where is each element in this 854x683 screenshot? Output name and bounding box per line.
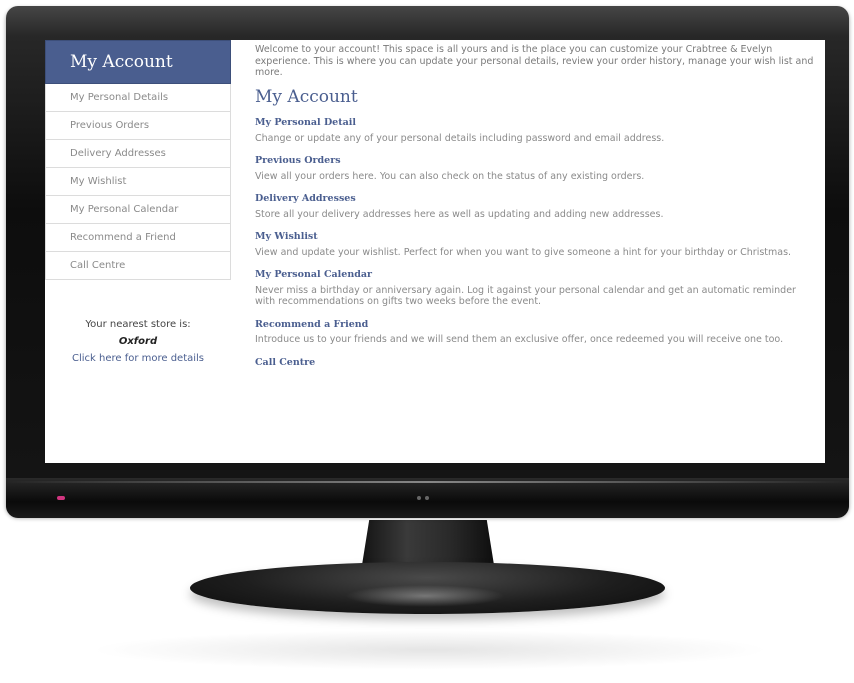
nearest-store-box: Your nearest store is: Oxford Click here… — [45, 316, 231, 367]
monitor-chin-highlight — [6, 481, 849, 483]
sidebar-item-recommend-friend[interactable]: Recommend a Friend — [45, 224, 231, 252]
sensor-dots-icon — [417, 496, 439, 500]
monitor-bezel-gloss — [6, 6, 849, 36]
sidebar-item-personal-details[interactable]: My Personal Details — [45, 84, 231, 112]
nearest-store-name: Oxford — [118, 336, 158, 347]
section-desc: Never miss a birthday or anniversary aga… — [255, 284, 796, 308]
monitor-screen: My Account My Personal Details Previous … — [45, 40, 825, 463]
section-call-centre: Call Centre — [255, 357, 815, 369]
section-desc: View all your orders here. You can also … — [255, 170, 645, 182]
sidebar-item-call-centre[interactable]: Call Centre — [45, 252, 231, 280]
nearest-store-label: Your nearest store is: — [85, 319, 191, 330]
store-details-link[interactable]: Click here for more details — [45, 350, 231, 367]
section-link-personal-calendar[interactable]: My Personal Calendar — [255, 269, 815, 281]
section-personal-calendar: My Personal Calendar Never miss a birthd… — [255, 269, 815, 308]
page-title: My Account — [255, 86, 358, 107]
section-wishlist: My Wishlist View and update your wishlis… — [255, 231, 815, 258]
section-desc: Store all your delivery addresses here a… — [255, 208, 664, 220]
section-link-personal-detail[interactable]: My Personal Detail — [255, 117, 815, 129]
sidebar-item-personal-calendar[interactable]: My Personal Calendar — [45, 196, 231, 224]
welcome-text: Welcome to your account! This space is a… — [255, 44, 814, 78]
account-sidebar: My Account My Personal Details Previous … — [45, 40, 231, 463]
sidebar-item-previous-orders[interactable]: Previous Orders — [45, 112, 231, 140]
section-link-wishlist[interactable]: My Wishlist — [255, 231, 815, 243]
power-led-icon — [57, 496, 65, 500]
monitor-base-highlight — [345, 585, 505, 607]
section-link-recommend-friend[interactable]: Recommend a Friend — [255, 319, 815, 331]
section-link-delivery-addresses[interactable]: Delivery Addresses — [255, 193, 815, 205]
section-delivery-addresses: Delivery Addresses Store all your delive… — [255, 193, 815, 220]
account-main-content: Welcome to your account! This space is a… — [255, 40, 815, 463]
floor-shadow — [90, 630, 770, 670]
section-desc: Change or update any of your personal de… — [255, 132, 665, 144]
section-desc: View and update your wishlist. Perfect f… — [255, 246, 792, 258]
sidebar-item-wishlist[interactable]: My Wishlist — [45, 168, 231, 196]
section-link-call-centre[interactable]: Call Centre — [255, 357, 815, 369]
section-desc: Introduce us to your friends and we will… — [255, 334, 784, 345]
sidebar-item-delivery-addresses[interactable]: Delivery Addresses — [45, 140, 231, 168]
sidebar-title: My Account — [45, 40, 231, 84]
section-personal-detail: My Personal Detail Change or update any … — [255, 117, 815, 144]
section-recommend-friend: Recommend a Friend Introduce us to your … — [255, 319, 815, 346]
section-previous-orders: Previous Orders View all your orders her… — [255, 155, 815, 182]
section-link-previous-orders[interactable]: Previous Orders — [255, 155, 815, 167]
